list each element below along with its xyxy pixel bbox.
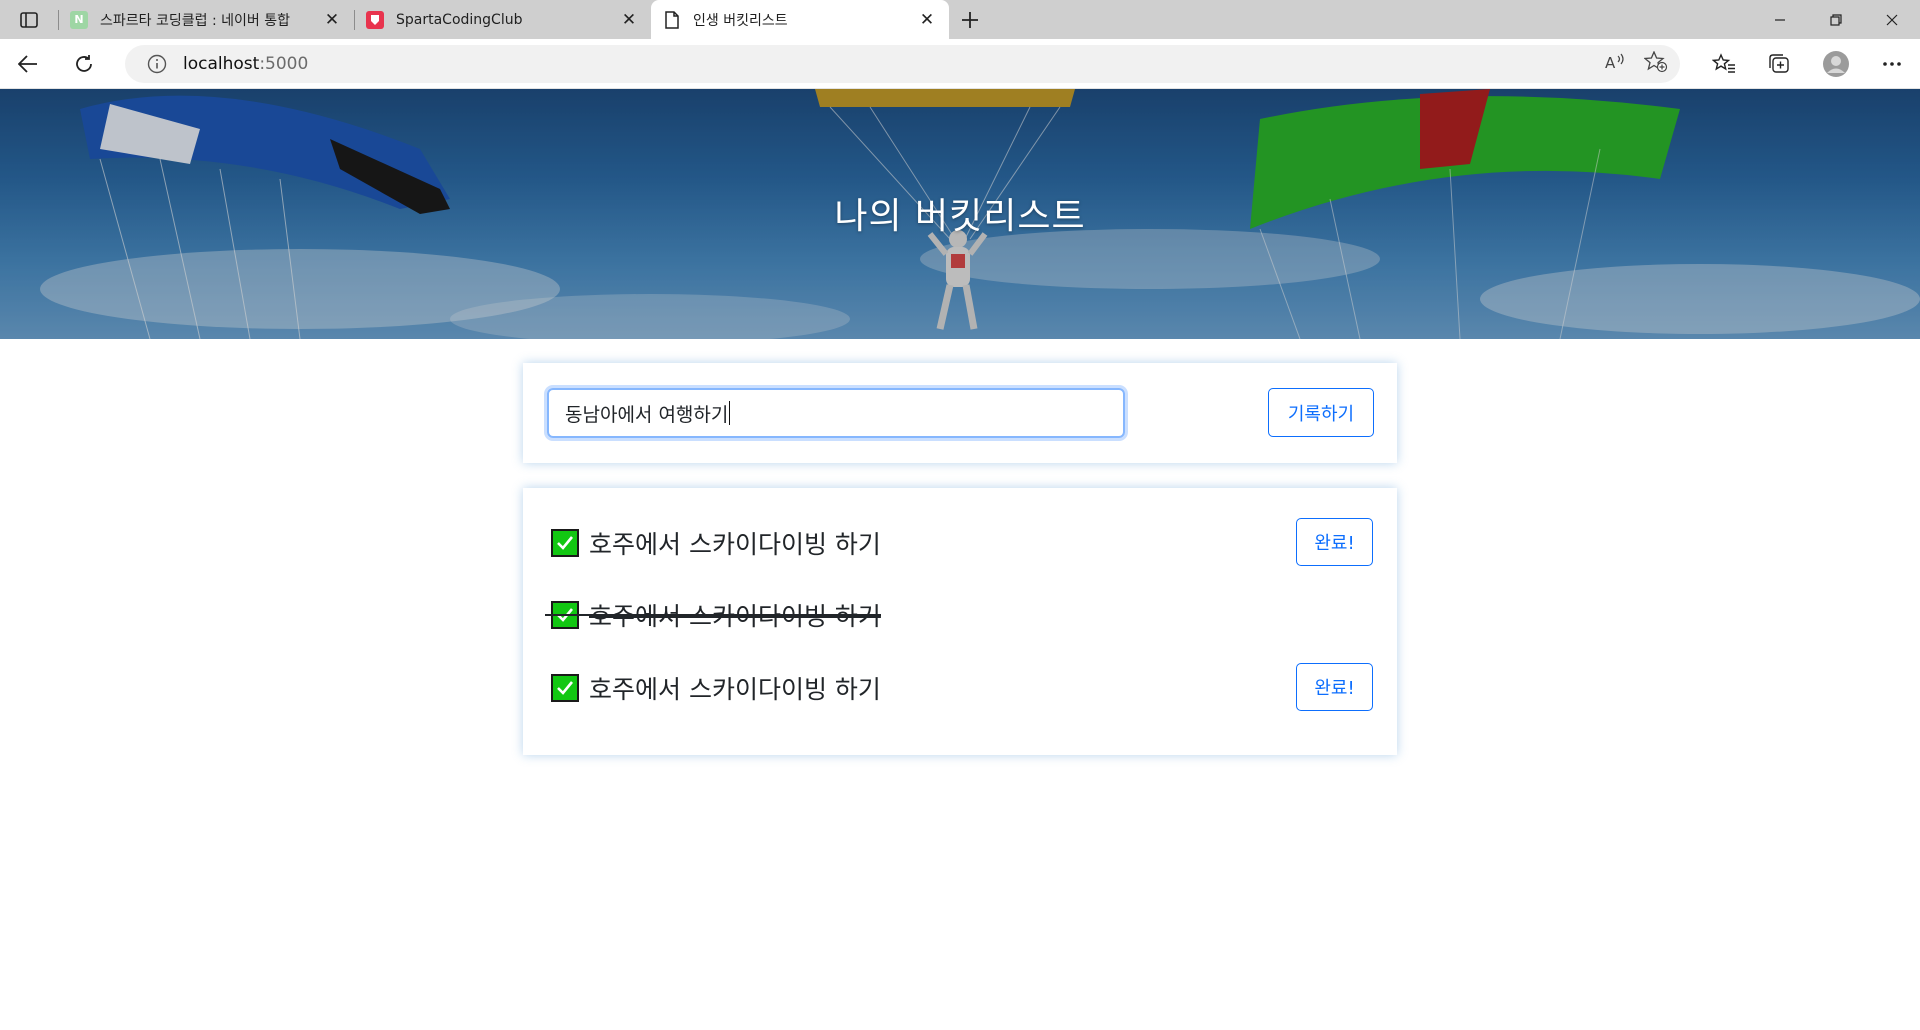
tab-title: 스파르타 코딩클럽 : 네이버 통합 xyxy=(100,12,290,29)
avatar-icon xyxy=(1823,51,1849,77)
minimize-icon xyxy=(1775,18,1785,21)
tab-spartacodingclub[interactable]: SpartaCodingClub ✕ xyxy=(354,0,651,39)
tab-title: 인생 버킷리스트 xyxy=(693,12,788,29)
url-port: :5000 xyxy=(259,54,309,74)
tab-naver[interactable]: N 스파르타 코딩클럽 : 네이버 통합 ✕ xyxy=(58,0,354,39)
bucket-list-card: 호주에서 스카이다이빙 하기 완료! 호주에서 스카이다이빙 하기 호주에서 스… xyxy=(523,488,1397,755)
tab-separator xyxy=(58,10,59,30)
url-text: localhost:5000 xyxy=(183,54,308,74)
list-item-done: 호주에서 스카이다이빙 하기 xyxy=(545,595,881,635)
read-aloud-icon[interactable]: A xyxy=(1604,51,1628,77)
refresh-button[interactable] xyxy=(56,39,112,89)
browser-tab-bar: N 스파르타 코딩클럽 : 네이버 통합 ✕ SpartaCodingClub … xyxy=(0,0,1920,39)
back-button[interactable] xyxy=(0,39,56,89)
save-button[interactable]: 기록하기 xyxy=(1268,388,1374,437)
close-window-button[interactable] xyxy=(1864,0,1920,39)
done-button[interactable]: 완료! xyxy=(1296,663,1373,711)
favorites-icon xyxy=(1712,53,1735,73)
tab-actions-button[interactable] xyxy=(0,0,58,39)
sparta-favicon-icon xyxy=(366,10,384,29)
naver-favicon-icon: N xyxy=(70,10,88,29)
browser-toolbar: localhost:5000 A xyxy=(0,39,1920,89)
checkbox-icon xyxy=(551,674,579,702)
page-favicon-icon xyxy=(663,10,681,29)
tab-title: SpartaCodingClub xyxy=(396,11,523,28)
site-info-icon[interactable] xyxy=(145,52,169,76)
restore-button[interactable] xyxy=(1808,0,1864,39)
address-field[interactable]: localhost:5000 A xyxy=(125,45,1680,83)
collections-icon xyxy=(1769,54,1789,73)
add-favorite-icon[interactable] xyxy=(1643,50,1668,77)
address-field-actions: A xyxy=(1604,50,1668,77)
close-tab-icon[interactable]: ✕ xyxy=(619,10,639,30)
bucket-input[interactable]: 동남아에서 여행하기 xyxy=(547,388,1125,438)
collections-button[interactable] xyxy=(1752,39,1808,89)
plus-icon xyxy=(962,11,978,28)
window-controls xyxy=(1752,0,1920,39)
close-tab-icon[interactable]: ✕ xyxy=(322,10,342,30)
text-caret xyxy=(729,401,731,425)
hero-banner: 나의 버킷리스트 xyxy=(0,89,1920,339)
list-item: 호주에서 스카이다이빙 하기 xyxy=(551,523,881,563)
close-tab-icon[interactable]: ✕ xyxy=(917,10,937,30)
favorites-button[interactable] xyxy=(1696,39,1752,89)
tab-actions-icon xyxy=(20,11,38,28)
bucket-item-text: 호주에서 스카이다이빙 하기 xyxy=(589,530,881,559)
list-item: 호주에서 스카이다이빙 하기 xyxy=(551,668,881,708)
checkbox-icon xyxy=(551,529,579,557)
bucket-item-text: 호주에서 스카이다이빙 하기 xyxy=(589,602,881,631)
more-options-button[interactable] xyxy=(1864,39,1920,89)
back-arrow-icon xyxy=(18,54,37,73)
bucket-item-text: 호주에서 스카이다이빙 하기 xyxy=(589,675,881,704)
toolbar-icons xyxy=(1696,39,1920,89)
tab-separator xyxy=(354,10,355,30)
more-icon xyxy=(1883,62,1901,66)
new-tab-button[interactable] xyxy=(949,0,991,39)
url-host: localhost xyxy=(183,54,260,74)
page-title: 나의 버킷리스트 xyxy=(834,196,1086,237)
done-button[interactable]: 완료! xyxy=(1296,518,1373,566)
restore-icon xyxy=(1830,13,1842,26)
refresh-icon xyxy=(76,54,92,72)
bucket-input-value: 동남아에서 여행하기 xyxy=(565,403,729,426)
checkbox-icon xyxy=(551,601,579,629)
svg-text:A: A xyxy=(1605,54,1616,72)
minimize-button[interactable] xyxy=(1752,0,1808,39)
close-window-icon xyxy=(1886,14,1898,25)
tab-bucketlist[interactable]: 인생 버킷리스트 ✕ xyxy=(651,0,949,39)
bucket-form-card: 동남아에서 여행하기 기록하기 xyxy=(523,363,1397,463)
profile-button[interactable] xyxy=(1808,39,1864,89)
